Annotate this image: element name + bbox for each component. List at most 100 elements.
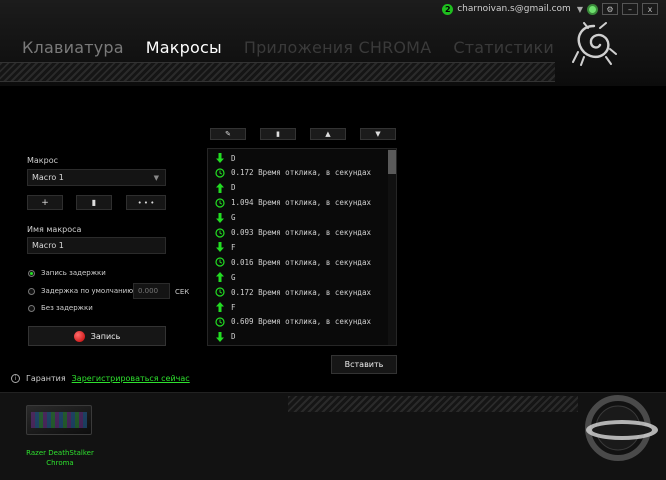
pencil-icon: ✎	[225, 130, 231, 138]
move-up-button[interactable]: ▲	[310, 128, 346, 140]
event-text: 1.094 Время отклика, в секундах	[231, 198, 371, 208]
minimize-button[interactable]: –	[622, 3, 638, 15]
register-now-link[interactable]: Зарегистрироваться сейчас	[72, 374, 190, 383]
key-event-row[interactable]: F	[215, 300, 236, 314]
event-list-scrollbar[interactable]	[388, 149, 396, 345]
record-button[interactable]: Запись	[28, 326, 166, 346]
arrow-down-icon	[215, 153, 225, 163]
macro-name-value: Macro 1	[32, 241, 64, 250]
default-delay-placeholder: 0.000	[138, 287, 159, 295]
event-text: 0.016 Время отклика, в секундах	[231, 257, 371, 267]
delay-event-row[interactable]: 0.172 Время отклика, в секундах	[215, 166, 371, 180]
default-delay-input[interactable]: 0.000	[133, 283, 170, 299]
tab-stats[interactable]: Статистики	[453, 38, 554, 57]
title-bar-controls: 2 charnoivan.s@gmail.com ▼ ⚙ – x	[442, 3, 658, 15]
delay-unit-label: СЕК	[175, 288, 190, 296]
keyboard-device-image[interactable]	[26, 405, 92, 435]
device-name-line1: Razer DeathStalker	[26, 449, 94, 457]
trash-icon: ▮	[91, 198, 97, 207]
user-email[interactable]: charnoivan.s@gmail.com	[457, 4, 571, 14]
radio-label: Без задержки	[41, 304, 93, 312]
macro-select[interactable]: Macro 1 ▼	[27, 169, 166, 186]
notification-badge[interactable]: 2	[442, 3, 454, 15]
key-event-row[interactable]: D	[215, 151, 236, 165]
arrow-down-icon	[215, 212, 225, 223]
watermark-logo-icon	[585, 395, 658, 461]
clock-icon	[215, 227, 225, 238]
key-event-row[interactable]: G	[215, 270, 236, 284]
scrollbar-thumb[interactable]	[388, 150, 396, 174]
radio-record-delay[interactable]: Запись задержки	[28, 269, 106, 277]
triangle-up-icon: ▲	[325, 130, 331, 138]
radio-label: Запись задержки	[41, 269, 106, 277]
event-text: G	[231, 213, 236, 223]
radio-indicator	[28, 304, 35, 312]
macro-event-list[interactable]: D 0.172 Время отклика, в секундах D 1.094 В…	[207, 148, 397, 346]
device-name[interactable]: Razer DeathStalker Chroma	[10, 448, 110, 468]
key-event-row[interactable]: G	[215, 211, 236, 225]
key-event-row[interactable]: D	[215, 330, 236, 344]
warranty-row: i Гарантия Зарегистрироваться сейчас	[11, 374, 190, 383]
clock-icon	[215, 287, 225, 297]
arrow-up-icon	[215, 272, 225, 283]
footer-stripe	[288, 396, 578, 412]
tab-keyboard[interactable]: Клавиатура	[22, 38, 124, 57]
event-text: D	[231, 183, 236, 193]
edit-event-button[interactable]: ✎	[210, 128, 246, 140]
arrow-down-icon	[215, 331, 225, 342]
radio-indicator	[28, 287, 35, 295]
gear-icon: ⚙	[606, 4, 614, 14]
event-text: D	[231, 332, 236, 342]
more-options-button[interactable]: • • •	[126, 195, 166, 210]
arrow-up-icon	[215, 302, 225, 312]
macro-name-label: Имя макроса	[27, 225, 82, 234]
device-name-line2: Chroma	[46, 459, 74, 467]
event-text: G	[231, 272, 236, 282]
clock-icon	[215, 198, 225, 208]
radio-no-delay[interactable]: Без задержки	[28, 304, 93, 312]
header-stripe	[0, 62, 555, 82]
event-text: 0.609 Время отклика, в секундах	[231, 317, 371, 327]
event-text: F	[231, 242, 236, 252]
warranty-label: Гарантия	[26, 374, 66, 383]
radio-label: Задержка по умолчанию	[41, 287, 134, 295]
delete-macro-button[interactable]: ▮	[76, 195, 112, 210]
delay-event-row[interactable]: 0.172 Время отклика, в секундах	[215, 285, 371, 299]
settings-button[interactable]: ⚙	[602, 3, 618, 15]
add-macro-button[interactable]: +	[27, 195, 63, 210]
event-text: 0.172 Время отклика, в секундах	[231, 287, 371, 297]
event-text: 0.093 Время отклика, в секундах	[231, 228, 371, 237]
radio-indicator	[28, 269, 35, 277]
account-dropdown-icon[interactable]: ▼	[577, 5, 583, 14]
arrow-down-icon	[215, 242, 225, 253]
tab-macros[interactable]: Макросы	[146, 38, 222, 57]
sync-status-icon[interactable]	[587, 3, 598, 15]
macro-select-value: Macro 1	[32, 173, 64, 182]
macro-name-input[interactable]: Macro 1	[27, 237, 166, 254]
move-down-button[interactable]: ▼	[360, 128, 396, 140]
clock-icon	[215, 317, 225, 327]
delete-event-button[interactable]: ▮	[260, 128, 296, 140]
arrow-up-icon	[215, 182, 225, 193]
delay-event-row[interactable]: 0.016 Время отклика, в секундах	[215, 255, 371, 269]
insert-button[interactable]: Вставить	[331, 355, 397, 374]
clock-icon	[215, 168, 225, 178]
delay-event-row[interactable]: 1.094 Время отклика, в секундах	[215, 196, 371, 210]
delay-event-row[interactable]: 0.093 Время отклика, в секундах	[215, 226, 371, 240]
tab-chroma-apps[interactable]: Приложения CHROMA	[244, 38, 432, 57]
key-event-row[interactable]: D	[215, 181, 236, 195]
event-text: F	[231, 302, 236, 312]
trash-icon: ▮	[276, 130, 280, 138]
radio-default-delay[interactable]: Задержка по умолчанию	[28, 287, 133, 295]
event-text: D	[231, 153, 236, 163]
info-icon: i	[11, 374, 20, 383]
record-label: Запись	[90, 331, 121, 341]
delay-event-row[interactable]: 0.609 Время отклика, в секундах	[215, 315, 371, 329]
razer-logo-icon	[572, 22, 617, 66]
triangle-down-icon: ▼	[375, 130, 381, 138]
record-dot-icon	[73, 330, 85, 342]
clock-icon	[215, 257, 225, 267]
macro-label: Макрос	[27, 156, 59, 165]
key-event-row[interactable]: F	[215, 240, 236, 254]
close-button[interactable]: x	[642, 3, 658, 15]
